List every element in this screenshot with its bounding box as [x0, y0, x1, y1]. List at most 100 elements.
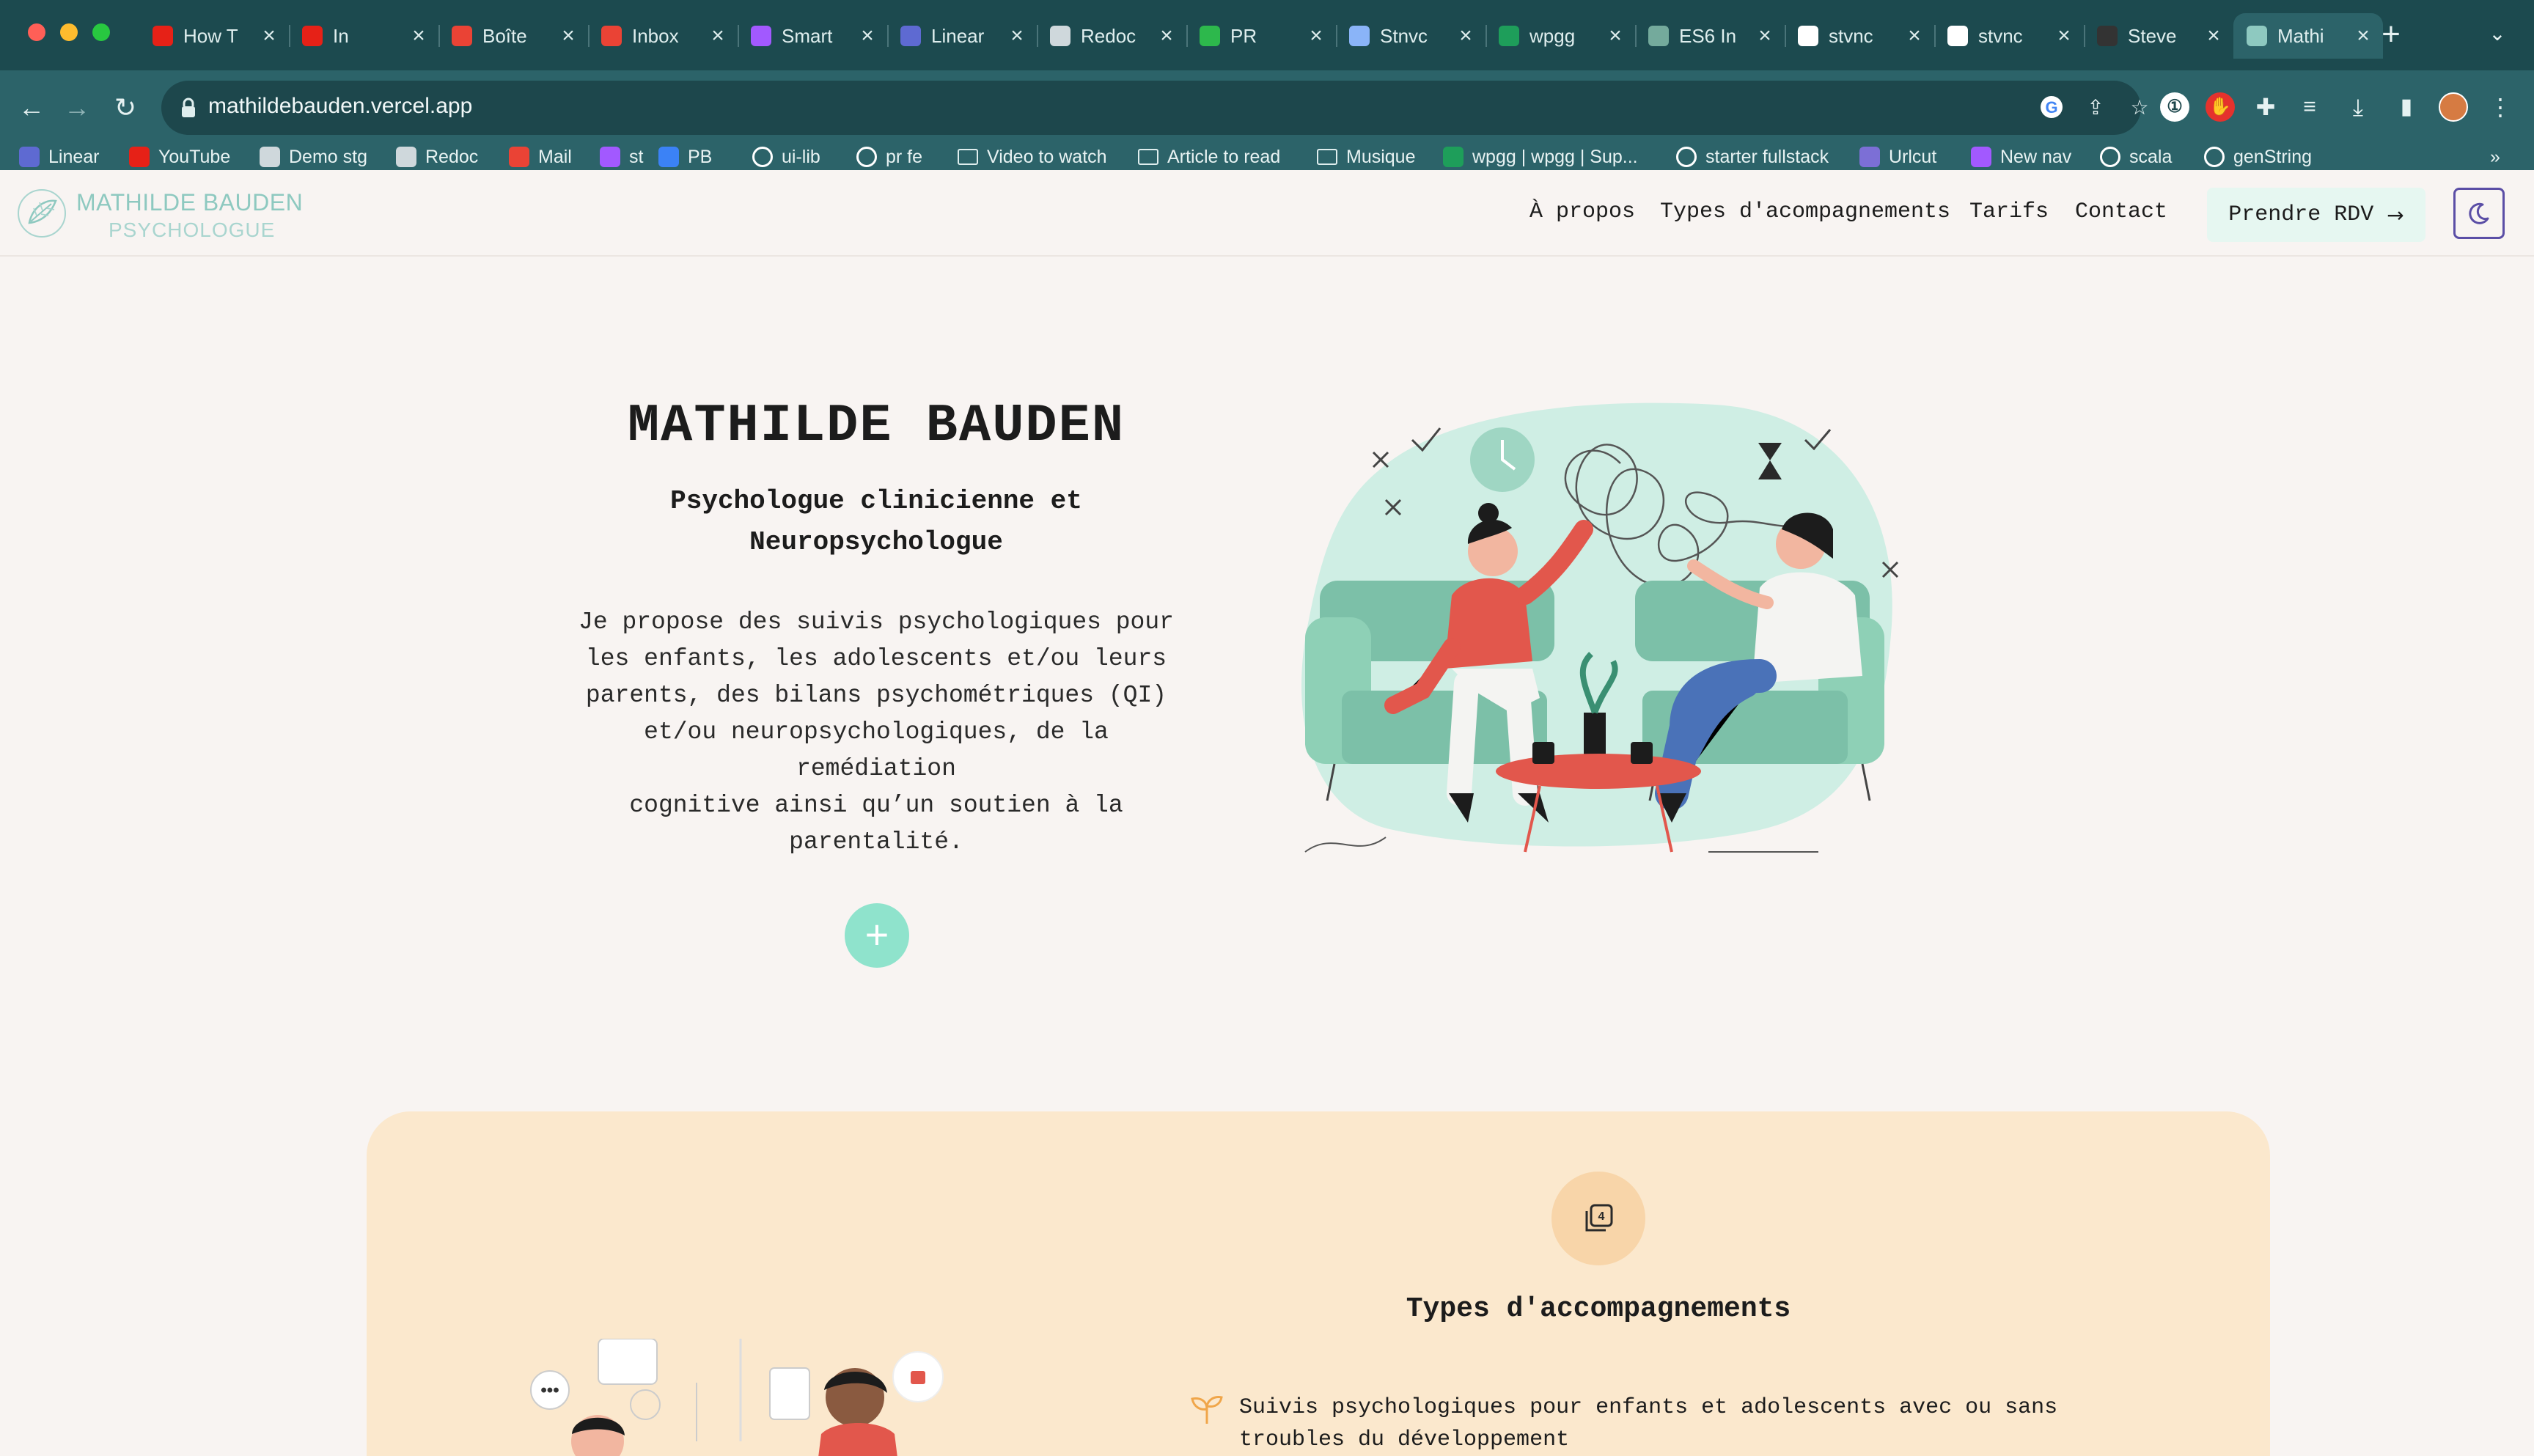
- bookmark-item[interactable]: Demo stg: [260, 142, 367, 172]
- side-panel-icon[interactable]: ▮: [2392, 92, 2421, 122]
- download-icon[interactable]: ⤓: [2343, 92, 2373, 122]
- types-section-card: 4 Types d'accompagnements Suivis psychol…: [367, 1111, 2270, 1456]
- nav-link-types[interactable]: Types d'acompagnements: [1660, 199, 1950, 224]
- browser-tab[interactable]: wpgg ×: [1485, 13, 1635, 59]
- expand-plus-button[interactable]: +: [845, 903, 909, 968]
- bookmark-item[interactable]: Redoc: [396, 142, 478, 172]
- bookmark-item[interactable]: YouTube: [129, 142, 230, 172]
- close-window-button[interactable]: [28, 23, 45, 41]
- tab-search-chevron-icon[interactable]: ⌄: [2483, 19, 2512, 48]
- close-tab-icon[interactable]: ×: [2056, 23, 2072, 48]
- share-icon[interactable]: ⇪: [2082, 95, 2109, 121]
- close-tab-icon[interactable]: ×: [1906, 23, 1922, 48]
- reload-button[interactable]: ↻: [107, 89, 144, 126]
- close-tab-icon[interactable]: ×: [1009, 23, 1025, 48]
- browser-tab-active[interactable]: Mathi ×: [2233, 13, 2383, 59]
- browser-tab[interactable]: Boîte ×: [438, 13, 588, 59]
- bookmark-item[interactable]: PB: [658, 142, 712, 172]
- close-tab-icon[interactable]: ×: [261, 23, 277, 48]
- reading-list-icon[interactable]: ≡: [2295, 92, 2324, 122]
- adblock-icon[interactable]: ✋: [2206, 92, 2235, 122]
- lock-icon: [182, 98, 195, 117]
- close-tab-icon[interactable]: ×: [1308, 23, 1324, 48]
- browser-menu-icon[interactable]: ⋮: [2486, 92, 2515, 122]
- tab-title: PR: [1230, 24, 1257, 47]
- close-tab-icon[interactable]: ×: [1458, 23, 1474, 48]
- browser-tab[interactable]: How T ×: [139, 13, 289, 59]
- bookmark-item[interactable]: New nav: [1971, 142, 2071, 172]
- bookmarks-overflow-icon[interactable]: »: [2490, 142, 2500, 172]
- back-button[interactable]: ←: [13, 89, 50, 126]
- bookmark-item[interactable]: pr fe: [856, 142, 922, 172]
- nav-link-a-propos[interactable]: À propos: [1529, 199, 1635, 224]
- book-appointment-button[interactable]: Prendre RDV →: [2207, 188, 2425, 242]
- tab-separator: [738, 25, 739, 47]
- nav-link-contact[interactable]: Contact: [2075, 199, 2167, 224]
- bookmark-item[interactable]: Video to watch: [958, 142, 1107, 172]
- bookmark-item[interactable]: Linear: [19, 142, 100, 172]
- close-tab-icon[interactable]: ×: [859, 23, 875, 48]
- browser-tab[interactable]: Redoc ×: [1037, 13, 1186, 59]
- bookmark-label: starter fullstack: [1705, 146, 1829, 167]
- minimize-window-button[interactable]: [60, 23, 78, 41]
- tab-strip: How T × In × Boîte × Inbox × Smart × Linear × Redoc ×…: [139, 13, 2383, 59]
- maximize-window-button[interactable]: [92, 23, 110, 41]
- close-tab-icon[interactable]: ×: [1607, 23, 1623, 48]
- bookmark-item[interactable]: st: [600, 142, 643, 172]
- browser-tab[interactable]: ES6 In ×: [1635, 13, 1785, 59]
- tab-separator: [1934, 25, 1936, 47]
- wpgg-icon: [1499, 26, 1519, 46]
- address-bar[interactable]: mathildebauden.vercel.app G ⇪ ☆: [161, 81, 2149, 135]
- browser-tab[interactable]: Linear ×: [887, 13, 1037, 59]
- bookmark-item[interactable]: Article to read: [1138, 142, 1280, 172]
- browser-tab[interactable]: Steve ×: [2084, 13, 2233, 59]
- browser-tab[interactable]: PR ×: [1186, 13, 1336, 59]
- close-tab-icon[interactable]: ×: [411, 23, 427, 48]
- github-icon: [2100, 147, 2120, 167]
- browser-tab[interactable]: Stnvc ×: [1336, 13, 1485, 59]
- browser-tab[interactable]: In ×: [289, 13, 438, 59]
- logo-name[interactable]: MATHILDE BAUDEN: [76, 189, 303, 216]
- tab-title: Inbox: [632, 24, 679, 47]
- close-tab-icon[interactable]: ×: [710, 23, 726, 48]
- extensions-puzzle-icon[interactable]: ✚: [2251, 92, 2280, 122]
- redoc-icon: [260, 147, 280, 167]
- close-tab-icon[interactable]: ×: [2355, 23, 2371, 48]
- svg-text:•••: •••: [540, 1380, 559, 1400]
- close-tab-icon[interactable]: ×: [560, 23, 576, 48]
- profile-avatar[interactable]: [2439, 92, 2468, 122]
- logo-leaf-icon[interactable]: [15, 186, 69, 240]
- browser-toolbar: ← → ↻ mathildebauden.vercel.app G ⇪ ☆ ① …: [0, 70, 2534, 185]
- site-header: MATHILDE BAUDEN PSYCHOLOGUE À propos Typ…: [0, 170, 2534, 257]
- bookmark-item[interactable]: starter fullstack: [1676, 142, 1829, 172]
- figma-icon: [751, 26, 771, 46]
- hero-title: MATHILDE BAUDEN: [627, 396, 1125, 456]
- browser-tab[interactable]: Smart ×: [738, 13, 887, 59]
- password-manager-icon[interactable]: ①: [2160, 92, 2189, 122]
- close-tab-icon[interactable]: ×: [2206, 23, 2222, 48]
- browser-tab[interactable]: stvnc ×: [1785, 13, 1934, 59]
- nav-link-tarifs[interactable]: Tarifs: [1969, 199, 2049, 224]
- bookmark-label: PB: [688, 146, 713, 167]
- theme-toggle-button[interactable]: [2453, 188, 2505, 239]
- bookmark-item[interactable]: Mail: [509, 142, 572, 172]
- browser-tab[interactable]: stvnc ×: [1934, 13, 2084, 59]
- close-tab-icon[interactable]: ×: [1158, 23, 1175, 48]
- bookmark-item[interactable]: scala: [2100, 142, 2172, 172]
- bookmark-item[interactable]: genString: [2204, 142, 2312, 172]
- bookmark-star-icon[interactable]: ☆: [2126, 95, 2153, 121]
- bookmark-item[interactable]: Urlcut: [1859, 142, 1936, 172]
- forward-button[interactable]: →: [59, 89, 95, 126]
- bookmark-item[interactable]: Musique: [1317, 142, 1416, 172]
- browser-tab[interactable]: Inbox ×: [588, 13, 738, 59]
- link-icon: [1859, 147, 1880, 167]
- bookmark-item[interactable]: wpgg | wpgg | Sup...: [1443, 142, 1638, 172]
- youtube-icon: [129, 147, 150, 167]
- tab-title: Steve: [2128, 24, 2177, 47]
- tab-title: ES6 In: [1679, 24, 1737, 47]
- new-tab-button[interactable]: +: [2373, 16, 2409, 53]
- bookmark-item[interactable]: ui-lib: [752, 142, 820, 172]
- tab-separator: [438, 25, 440, 47]
- close-tab-icon[interactable]: ×: [1757, 23, 1773, 48]
- google-icon[interactable]: G: [2038, 95, 2065, 121]
